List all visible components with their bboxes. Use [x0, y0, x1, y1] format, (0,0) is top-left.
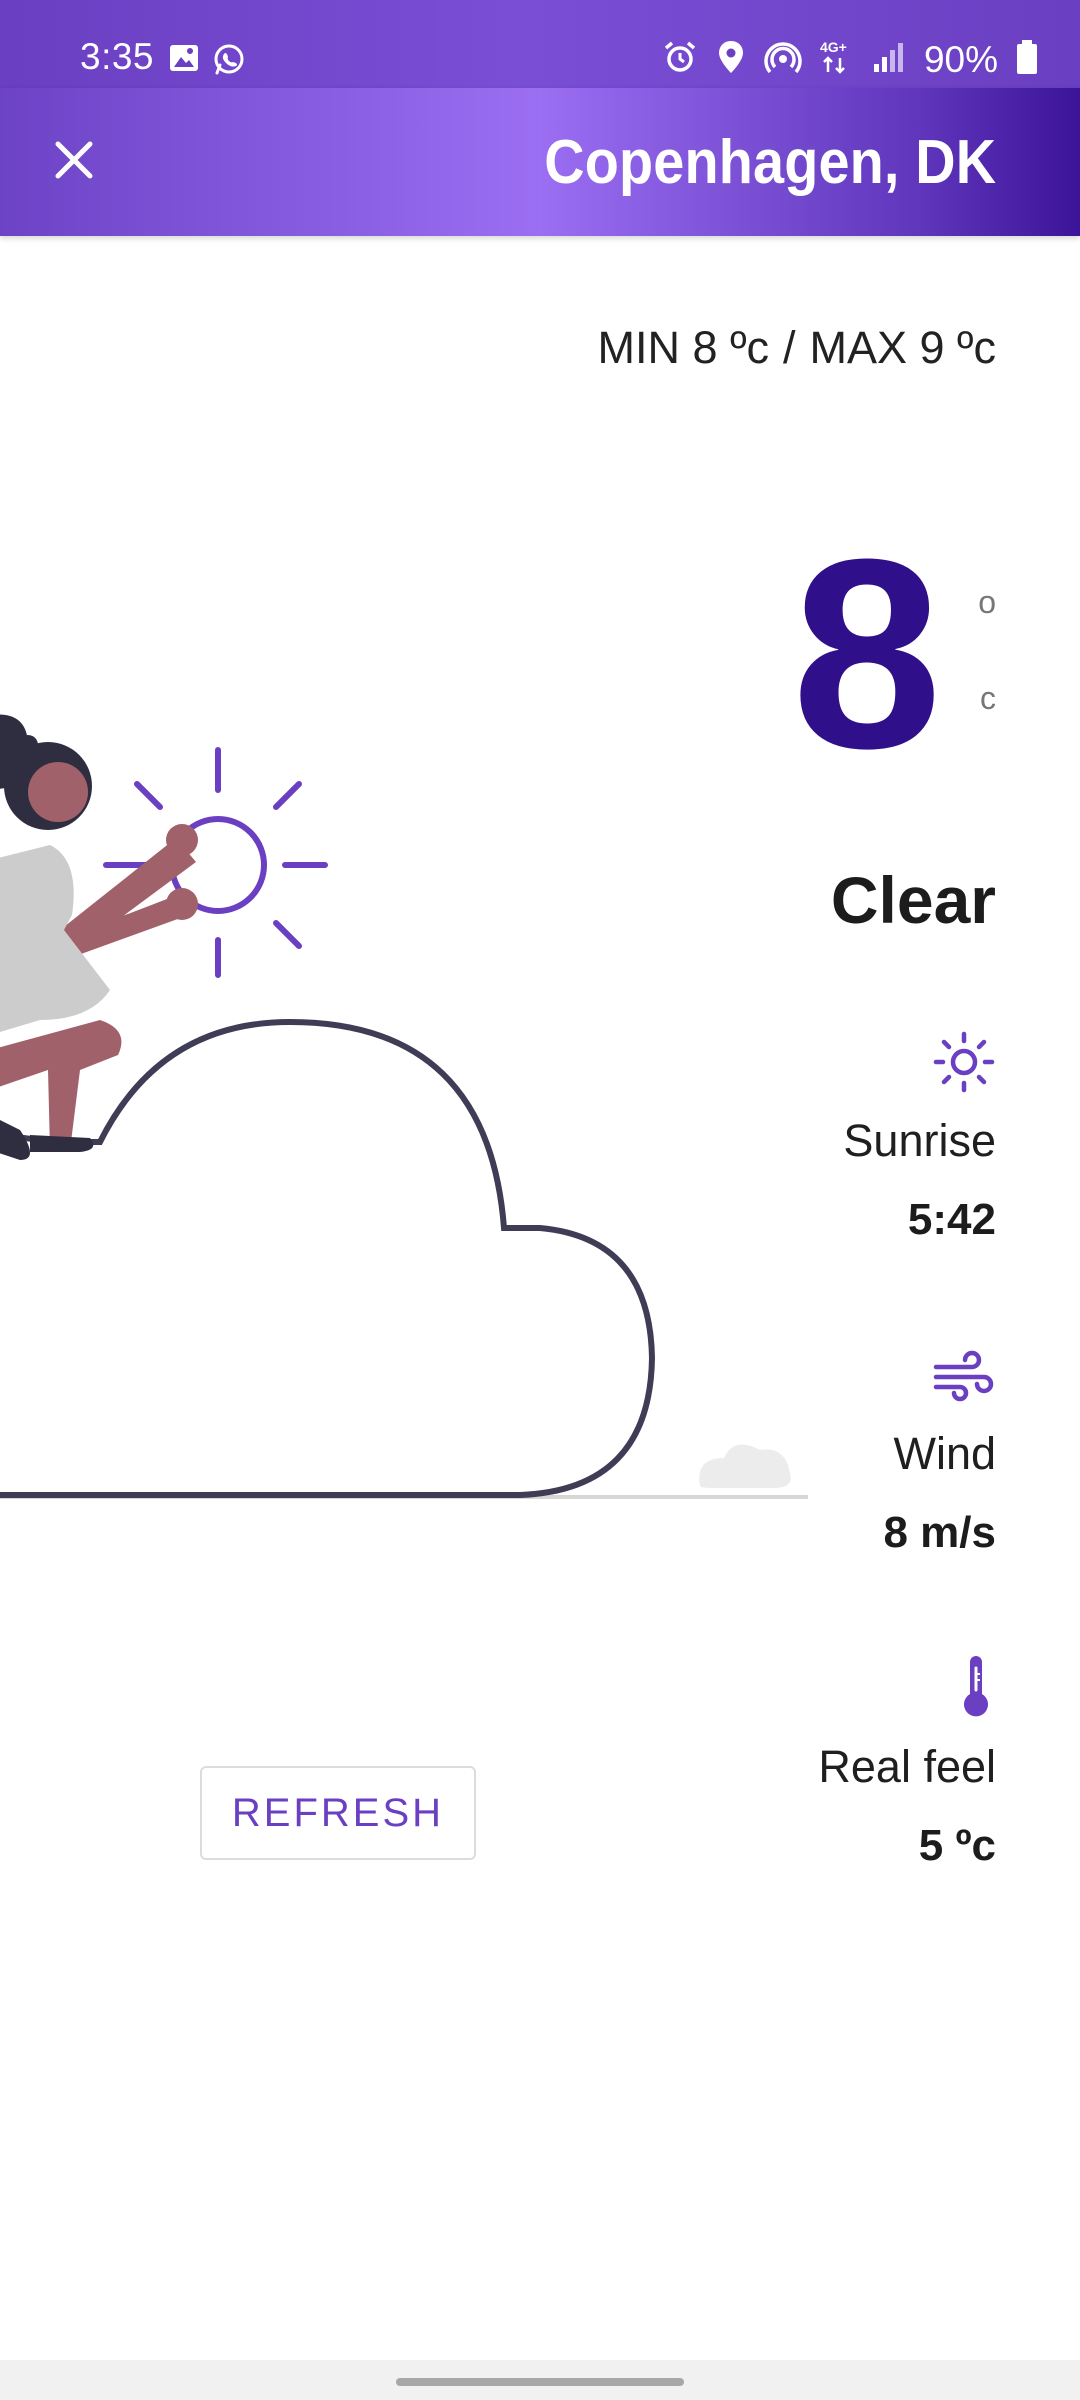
degree-symbol: o	[978, 584, 996, 620]
real-feel-value: 5 ºc	[918, 1820, 996, 1870]
weather-condition: Clear	[830, 863, 996, 937]
battery-percent: 90%	[923, 39, 998, 80]
hotspot-icon	[764, 39, 802, 80]
status-time: 3:35	[80, 36, 155, 77]
alarm-icon	[662, 39, 698, 80]
gallery-icon	[168, 42, 200, 81]
min-max-separator: /	[783, 322, 796, 373]
battery-icon	[1016, 39, 1038, 80]
sun-icon	[932, 1030, 996, 1094]
network-type-icon: 4G+	[820, 38, 854, 81]
status-bar: 3:35 4G+ 90%	[0, 0, 1080, 88]
celsius-symbol: c	[980, 680, 996, 716]
max-temperature: MAX 9 ºc	[809, 322, 996, 373]
close-button[interactable]	[36, 124, 112, 200]
signal-icon	[872, 40, 906, 79]
refresh-button[interactable]: REFRESH	[200, 1766, 476, 1860]
home-indicator[interactable]	[396, 2378, 684, 2386]
min-max-temperature: MIN 8 ºc / MAX 9 ºc	[598, 322, 996, 374]
real-feel-info: Real feel 5 ºc	[636, 1656, 996, 1870]
wind-icon	[932, 1343, 996, 1407]
status-left-icons	[168, 42, 246, 81]
whatsapp-icon	[212, 42, 246, 81]
min-temperature: MIN 8 ºc	[597, 322, 769, 373]
close-icon	[52, 138, 96, 187]
status-right: 4G+ 90%	[662, 38, 1038, 81]
page-title: Copenhagen, DK	[543, 128, 996, 197]
location-icon	[716, 39, 746, 80]
real-feel-label: Real feel	[818, 1741, 996, 1792]
weather-illustration	[0, 690, 820, 1520]
app-bar: Copenhagen, DK	[0, 88, 1080, 236]
navigation-bar	[0, 2360, 1080, 2400]
svg-text:4G+: 4G+	[820, 39, 847, 55]
thermometer-icon	[956, 1656, 996, 1720]
